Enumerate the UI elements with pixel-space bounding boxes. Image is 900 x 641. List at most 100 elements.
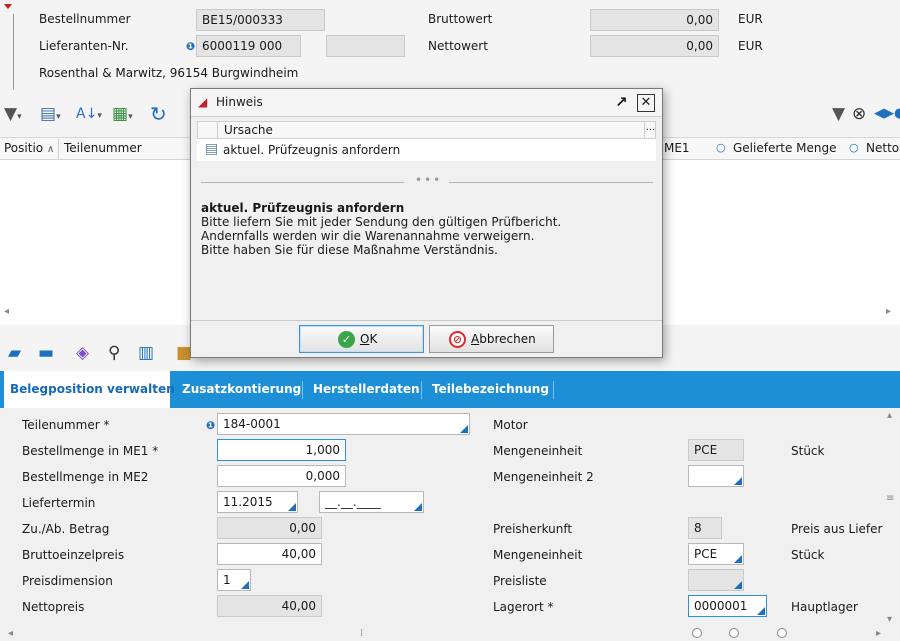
cancel-button[interactable]: ⊘ Abbrechen <box>429 325 554 353</box>
preisliste-label: Preisliste <box>493 574 547 588</box>
bestellmenge-me1-label: Bestellmenge in ME1 * <box>22 444 159 458</box>
refresh-icon[interactable]: ↻ <box>150 104 167 124</box>
bestellnummer-label: Bestellnummer <box>39 12 131 26</box>
teilenummer-field[interactable]: 184-0001 <box>217 413 470 435</box>
liefertermin-label: Liefertermin <box>22 496 96 510</box>
detail-line: Bitte liefern Sie mit jeder Sendung den … <box>201 215 562 229</box>
zu-ab-betrag-label: Zu./Ab. Betrag <box>22 522 110 536</box>
maximize-icon[interactable]: ↗ <box>615 93 628 111</box>
shopping-bag-icon[interactable]: ▰ <box>8 343 21 363</box>
mengeneinheit-desc: Stück <box>791 548 825 562</box>
scroll-right-icon[interactable]: ▸ <box>886 306 891 317</box>
parts-icon[interactable]: ◈ <box>76 343 89 363</box>
column-header-teilenummer[interactable]: Teilenummer <box>64 141 142 155</box>
mengeneinheit-select[interactable]: PCE <box>688 543 744 565</box>
dialog-titlebar[interactable]: ◢ Hinweis ↗ ✕ <box>191 89 662 117</box>
list-row[interactable]: ▤ aktuel. Prüfzeugnis anfordern <box>197 139 656 161</box>
truck-icon[interactable]: ▬ <box>38 343 54 363</box>
collapse-indicator-icon[interactable] <box>4 4 12 9</box>
bruttoeinzelpreis-field[interactable]: 40,00 <box>217 543 322 565</box>
radio-button[interactable] <box>777 628 787 638</box>
barcode-icon[interactable]: ▥ <box>138 343 154 363</box>
lagerort-field[interactable]: 0000001 <box>688 595 767 617</box>
tab-separator <box>553 381 554 399</box>
info-icon: ❶ <box>206 419 216 432</box>
preisdimension-label: Preisdimension <box>22 574 113 588</box>
header-divider <box>13 14 14 90</box>
sort-icon[interactable]: A↓▾ <box>76 104 102 126</box>
ok-button[interactable]: ✓ OK <box>299 325 424 353</box>
filter-dropdown-icon[interactable]: ▼▾ <box>4 104 22 127</box>
bestellmenge-me1-field[interactable]: 1,000 <box>217 439 346 461</box>
nettopreis-label: Nettopreis <box>22 600 85 614</box>
scroll-up-icon[interactable]: ▴ <box>887 410 892 421</box>
row-text: aktuel. Prüfzeugnis anfordern <box>223 143 401 157</box>
lagerort-desc: Hauptlager <box>791 600 858 614</box>
close-icon[interactable]: ✕ <box>637 94 655 112</box>
button-divider <box>191 320 662 321</box>
preisherkunft-label: Preisherkunft <box>493 522 573 536</box>
mengeneinheit2-label: Mengeneinheit 2 <box>493 470 594 484</box>
nettopreis-field[interactable]: 40,00 <box>217 595 322 617</box>
tab-teilebezeichnung[interactable]: Teilebezeichnung <box>426 371 555 408</box>
radio-button[interactable] <box>729 628 739 638</box>
column-header-gelieferte-menge[interactable]: Gelieferte Menge <box>733 141 837 155</box>
scroll-left-icon[interactable]: ◂ <box>8 628 13 639</box>
bestellmenge-me2-field[interactable]: 0,000 <box>217 465 346 487</box>
mengeneinheit2-field[interactable] <box>688 465 744 487</box>
motor-label: Motor <box>493 418 528 432</box>
tab-separator <box>421 381 422 399</box>
column-settings-icon[interactable]: ○ <box>716 141 726 154</box>
search-icon[interactable]: ⚲ <box>108 343 120 363</box>
tab-zusatzkontierung[interactable]: Zusatzkontierung <box>176 371 307 408</box>
tab-belegposition[interactable]: Belegposition verwalten <box>4 371 175 408</box>
tab-herstellerdaten[interactable]: Herstellerdaten <box>307 371 426 408</box>
scroll-right-icon[interactable]: ▸ <box>876 628 881 639</box>
scroll-down-icon[interactable]: ▾ <box>887 614 892 625</box>
liefertermin-field[interactable]: 11.2015 <box>217 491 298 513</box>
column-header-netto[interactable]: Netto <box>866 141 899 155</box>
binoculars-icon[interactable]: ⊗ <box>852 104 866 124</box>
scroll-left-icon[interactable]: ◂ <box>4 306 9 317</box>
filter-icon[interactable]: ▼ <box>832 104 845 124</box>
column-header-me1[interactable]: ME1 <box>664 141 690 155</box>
check-icon: ✓ <box>338 331 355 348</box>
app-logo-icon: ◢ <box>198 95 208 109</box>
bruttowert-field[interactable]: 0,00 <box>590 9 719 31</box>
scroll-handle[interactable]: ≡ <box>886 493 894 504</box>
list-header: Ursache ... <box>197 121 656 139</box>
mengeneinheit-field[interactable]: PCE <box>688 439 744 461</box>
column-settings-icon[interactable]: ○ <box>849 141 859 154</box>
bruttowert-label: Bruttowert <box>428 12 493 26</box>
supplier-address: Rosenthal & Marwitz, 96154 Burgwindheim <box>39 66 299 80</box>
column-header-ursache[interactable]: Ursache <box>224 123 273 137</box>
nav-arrows-icon[interactable]: ◀▶● <box>874 104 900 124</box>
preisdimension-field[interactable]: 1 <box>217 569 251 591</box>
excel-export-icon[interactable]: ▦▾ <box>112 104 133 127</box>
lieferant-extra-field[interactable] <box>326 35 405 57</box>
zu-ab-betrag-field[interactable]: 0,00 <box>217 517 322 539</box>
nettowert-field[interactable]: 0,00 <box>590 35 719 57</box>
column-header-position[interactable]: Positio ∧ <box>4 141 54 155</box>
preisliste-field[interactable] <box>688 569 744 591</box>
lieferant-label: Lieferanten-Nr. <box>39 39 129 53</box>
bruttowert-currency: EUR <box>738 12 763 26</box>
teilenummer-label: Teilenummer * <box>22 418 110 432</box>
detail-title: aktuel. Prüfzeugnis anfordern <box>201 201 405 215</box>
column-chooser-button[interactable]: ... <box>644 122 656 138</box>
liefertermin-date-field[interactable]: __.__.____ <box>319 491 424 513</box>
scroll-handle[interactable]: ⁞ <box>360 628 363 639</box>
print-icon[interactable]: ▤▾ <box>40 104 61 127</box>
lagerort-label: Lagerort * <box>493 600 554 614</box>
splitter-handle[interactable]: ••• <box>415 173 442 187</box>
detail-line: Bitte haben Sie für diese Maßnahme Verst… <box>201 243 498 257</box>
preisherkunft-field[interactable]: 8 <box>688 517 722 539</box>
column-divider <box>217 122 218 138</box>
radio-button[interactable] <box>692 628 702 638</box>
preisherkunft-desc: Preis aus Liefer <box>791 522 883 536</box>
lieferant-field[interactable]: 6000119 000 <box>196 35 301 57</box>
nettowert-currency: EUR <box>738 39 763 53</box>
document-header: Bestellnummer BE15/000333 Lieferanten-Nr… <box>0 0 900 92</box>
bestellnummer-field[interactable]: BE15/000333 <box>196 9 325 31</box>
tab-bar: Belegposition verwalten Zusatzkontierung… <box>0 371 900 408</box>
